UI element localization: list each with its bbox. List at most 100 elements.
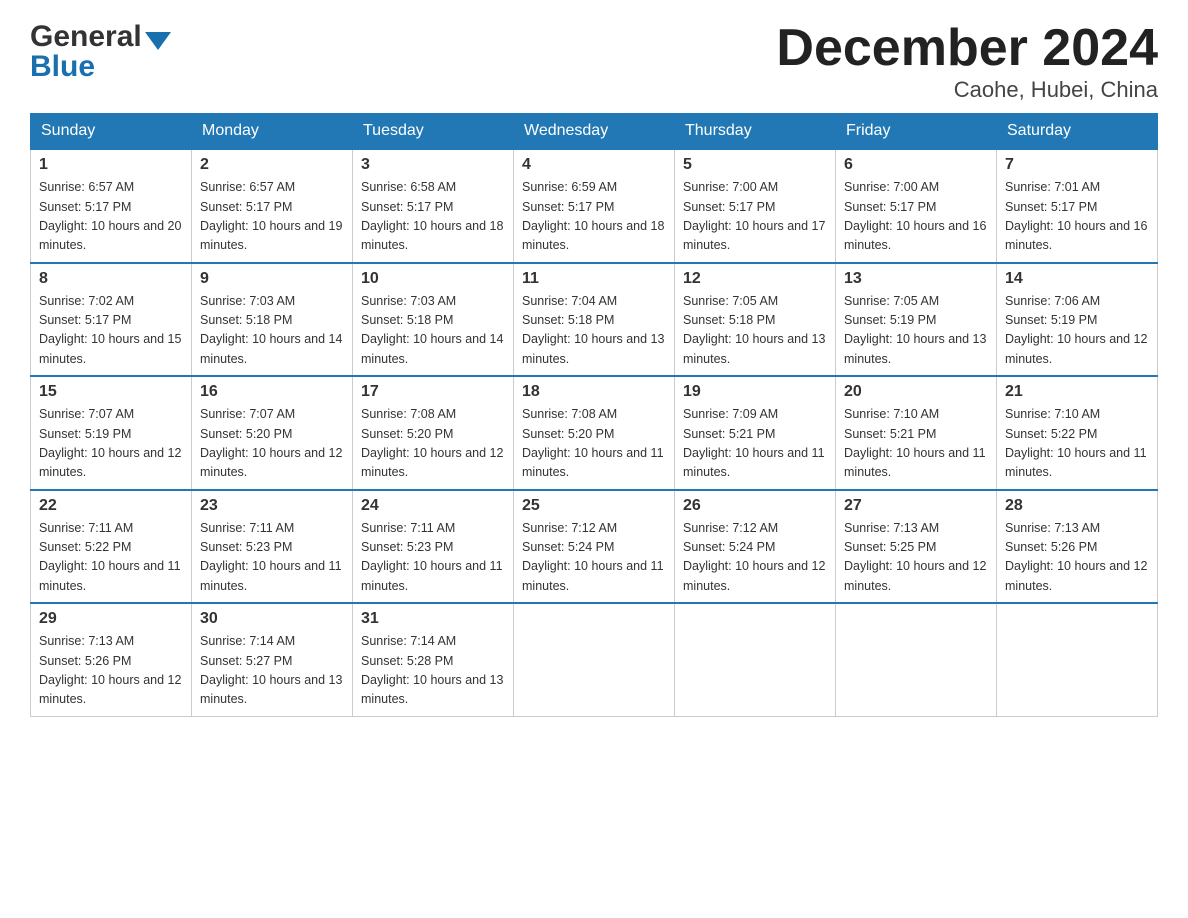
- day-info: Sunrise: 7:10 AMSunset: 5:21 PMDaylight:…: [844, 407, 986, 479]
- day-number: 4: [522, 156, 666, 174]
- logo: General Blue: [30, 20, 171, 84]
- calendar-day-cell: 17 Sunrise: 7:08 AMSunset: 5:20 PMDaylig…: [353, 376, 514, 490]
- day-info: Sunrise: 6:57 AMSunset: 5:17 PMDaylight:…: [39, 180, 181, 252]
- logo-blue-text: Blue: [30, 50, 171, 84]
- day-info: Sunrise: 7:00 AMSunset: 5:17 PMDaylight:…: [683, 180, 825, 252]
- calendar-title: December 2024: [776, 20, 1158, 77]
- calendar-day-cell: 30 Sunrise: 7:14 AMSunset: 5:27 PMDaylig…: [192, 603, 353, 716]
- day-number: 30: [200, 610, 344, 628]
- calendar-week-row: 15 Sunrise: 7:07 AMSunset: 5:19 PMDaylig…: [31, 376, 1158, 490]
- calendar-day-cell: 29 Sunrise: 7:13 AMSunset: 5:26 PMDaylig…: [31, 603, 192, 716]
- day-number: 13: [844, 270, 988, 288]
- day-info: Sunrise: 7:11 AMSunset: 5:22 PMDaylight:…: [39, 521, 181, 593]
- calendar-day-cell: 20 Sunrise: 7:10 AMSunset: 5:21 PMDaylig…: [836, 376, 997, 490]
- calendar-empty-cell: [675, 603, 836, 716]
- day-info: Sunrise: 7:12 AMSunset: 5:24 PMDaylight:…: [683, 521, 825, 593]
- day-number: 6: [844, 156, 988, 174]
- day-header-monday: Monday: [192, 114, 353, 150]
- day-number: 18: [522, 383, 666, 401]
- day-info: Sunrise: 6:57 AMSunset: 5:17 PMDaylight:…: [200, 180, 342, 252]
- day-number: 11: [522, 270, 666, 288]
- day-info: Sunrise: 7:03 AMSunset: 5:18 PMDaylight:…: [200, 294, 342, 366]
- day-header-saturday: Saturday: [997, 114, 1158, 150]
- day-info: Sunrise: 7:13 AMSunset: 5:25 PMDaylight:…: [844, 521, 986, 593]
- calendar-day-cell: 22 Sunrise: 7:11 AMSunset: 5:22 PMDaylig…: [31, 490, 192, 604]
- calendar-week-row: 8 Sunrise: 7:02 AMSunset: 5:17 PMDayligh…: [31, 263, 1158, 377]
- calendar-day-cell: 7 Sunrise: 7:01 AMSunset: 5:17 PMDayligh…: [997, 149, 1158, 263]
- calendar-day-cell: 9 Sunrise: 7:03 AMSunset: 5:18 PMDayligh…: [192, 263, 353, 377]
- day-header-thursday: Thursday: [675, 114, 836, 150]
- title-block: December 2024 Caohe, Hubei, China: [776, 20, 1158, 103]
- day-info: Sunrise: 7:11 AMSunset: 5:23 PMDaylight:…: [200, 521, 342, 593]
- calendar-day-cell: 15 Sunrise: 7:07 AMSunset: 5:19 PMDaylig…: [31, 376, 192, 490]
- day-number: 31: [361, 610, 505, 628]
- day-number: 9: [200, 270, 344, 288]
- day-number: 12: [683, 270, 827, 288]
- calendar-day-cell: 14 Sunrise: 7:06 AMSunset: 5:19 PMDaylig…: [997, 263, 1158, 377]
- calendar-day-cell: 2 Sunrise: 6:57 AMSunset: 5:17 PMDayligh…: [192, 149, 353, 263]
- calendar-day-cell: 31 Sunrise: 7:14 AMSunset: 5:28 PMDaylig…: [353, 603, 514, 716]
- logo-arrow-icon: [145, 32, 171, 50]
- calendar-day-cell: 10 Sunrise: 7:03 AMSunset: 5:18 PMDaylig…: [353, 263, 514, 377]
- calendar-day-cell: 1 Sunrise: 6:57 AMSunset: 5:17 PMDayligh…: [31, 149, 192, 263]
- day-number: 27: [844, 497, 988, 515]
- calendar-day-cell: 5 Sunrise: 7:00 AMSunset: 5:17 PMDayligh…: [675, 149, 836, 263]
- day-info: Sunrise: 7:13 AMSunset: 5:26 PMDaylight:…: [1005, 521, 1147, 593]
- day-header-sunday: Sunday: [31, 114, 192, 150]
- day-header-tuesday: Tuesday: [353, 114, 514, 150]
- day-number: 21: [1005, 383, 1149, 401]
- calendar-day-cell: 16 Sunrise: 7:07 AMSunset: 5:20 PMDaylig…: [192, 376, 353, 490]
- day-number: 25: [522, 497, 666, 515]
- calendar-day-cell: 25 Sunrise: 7:12 AMSunset: 5:24 PMDaylig…: [514, 490, 675, 604]
- day-info: Sunrise: 7:08 AMSunset: 5:20 PMDaylight:…: [522, 407, 664, 479]
- day-number: 20: [844, 383, 988, 401]
- day-info: Sunrise: 7:11 AMSunset: 5:23 PMDaylight:…: [361, 521, 503, 593]
- calendar-week-row: 29 Sunrise: 7:13 AMSunset: 5:26 PMDaylig…: [31, 603, 1158, 716]
- calendar-week-row: 1 Sunrise: 6:57 AMSunset: 5:17 PMDayligh…: [31, 149, 1158, 263]
- day-number: 28: [1005, 497, 1149, 515]
- day-info: Sunrise: 7:07 AMSunset: 5:19 PMDaylight:…: [39, 407, 181, 479]
- day-info: Sunrise: 7:05 AMSunset: 5:19 PMDaylight:…: [844, 294, 986, 366]
- day-info: Sunrise: 6:59 AMSunset: 5:17 PMDaylight:…: [522, 180, 664, 252]
- day-info: Sunrise: 7:03 AMSunset: 5:18 PMDaylight:…: [361, 294, 503, 366]
- day-number: 24: [361, 497, 505, 515]
- day-number: 3: [361, 156, 505, 174]
- day-info: Sunrise: 7:06 AMSunset: 5:19 PMDaylight:…: [1005, 294, 1147, 366]
- day-number: 7: [1005, 156, 1149, 174]
- day-info: Sunrise: 7:08 AMSunset: 5:20 PMDaylight:…: [361, 407, 503, 479]
- calendar-day-cell: 28 Sunrise: 7:13 AMSunset: 5:26 PMDaylig…: [997, 490, 1158, 604]
- calendar-day-cell: 26 Sunrise: 7:12 AMSunset: 5:24 PMDaylig…: [675, 490, 836, 604]
- day-info: Sunrise: 7:14 AMSunset: 5:28 PMDaylight:…: [361, 634, 503, 706]
- day-number: 15: [39, 383, 183, 401]
- calendar-empty-cell: [836, 603, 997, 716]
- day-info: Sunrise: 7:14 AMSunset: 5:27 PMDaylight:…: [200, 634, 342, 706]
- calendar-day-cell: 13 Sunrise: 7:05 AMSunset: 5:19 PMDaylig…: [836, 263, 997, 377]
- day-number: 2: [200, 156, 344, 174]
- day-info: Sunrise: 7:04 AMSunset: 5:18 PMDaylight:…: [522, 294, 664, 366]
- day-info: Sunrise: 7:09 AMSunset: 5:21 PMDaylight:…: [683, 407, 825, 479]
- calendar-day-cell: 3 Sunrise: 6:58 AMSunset: 5:17 PMDayligh…: [353, 149, 514, 263]
- calendar-day-cell: 11 Sunrise: 7:04 AMSunset: 5:18 PMDaylig…: [514, 263, 675, 377]
- day-number: 23: [200, 497, 344, 515]
- day-number: 26: [683, 497, 827, 515]
- day-header-wednesday: Wednesday: [514, 114, 675, 150]
- day-number: 10: [361, 270, 505, 288]
- calendar-day-cell: 4 Sunrise: 6:59 AMSunset: 5:17 PMDayligh…: [514, 149, 675, 263]
- day-number: 22: [39, 497, 183, 515]
- calendar-week-row: 22 Sunrise: 7:11 AMSunset: 5:22 PMDaylig…: [31, 490, 1158, 604]
- day-number: 1: [39, 156, 183, 174]
- calendar-day-cell: 24 Sunrise: 7:11 AMSunset: 5:23 PMDaylig…: [353, 490, 514, 604]
- calendar-day-cell: 19 Sunrise: 7:09 AMSunset: 5:21 PMDaylig…: [675, 376, 836, 490]
- calendar-day-cell: 6 Sunrise: 7:00 AMSunset: 5:17 PMDayligh…: [836, 149, 997, 263]
- calendar-table: SundayMondayTuesdayWednesdayThursdayFrid…: [30, 113, 1158, 717]
- day-number: 29: [39, 610, 183, 628]
- day-info: Sunrise: 7:12 AMSunset: 5:24 PMDaylight:…: [522, 521, 664, 593]
- day-info: Sunrise: 7:01 AMSunset: 5:17 PMDaylight:…: [1005, 180, 1147, 252]
- day-info: Sunrise: 7:10 AMSunset: 5:22 PMDaylight:…: [1005, 407, 1147, 479]
- day-info: Sunrise: 7:05 AMSunset: 5:18 PMDaylight:…: [683, 294, 825, 366]
- day-info: Sunrise: 6:58 AMSunset: 5:17 PMDaylight:…: [361, 180, 503, 252]
- calendar-day-cell: 8 Sunrise: 7:02 AMSunset: 5:17 PMDayligh…: [31, 263, 192, 377]
- day-number: 14: [1005, 270, 1149, 288]
- logo-general-text: General: [30, 20, 142, 54]
- day-number: 5: [683, 156, 827, 174]
